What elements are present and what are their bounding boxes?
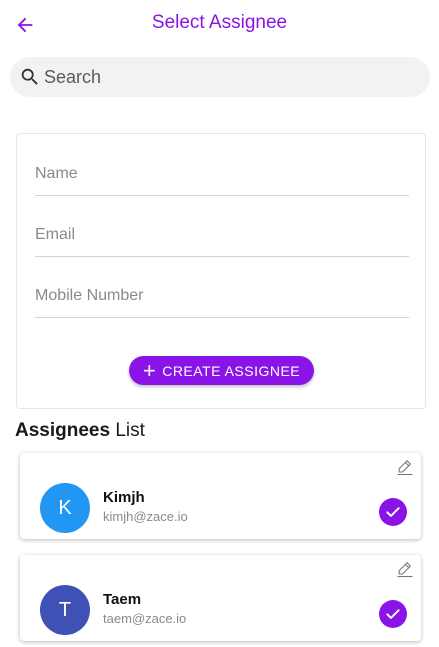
name-field[interactable] bbox=[35, 152, 409, 195]
search-icon bbox=[18, 65, 42, 89]
avatar: T bbox=[40, 585, 90, 635]
edit-icon[interactable] bbox=[395, 559, 415, 579]
avatar: K bbox=[40, 483, 90, 533]
mobile-field-wrapper bbox=[35, 274, 409, 318]
assignee-name: Kimjh bbox=[103, 489, 145, 506]
list-title-bold: Assignees bbox=[15, 420, 111, 441]
assignee-email: kimjh@zace.io bbox=[103, 509, 188, 524]
assignee-name: Taem bbox=[103, 591, 142, 608]
email-field-wrapper bbox=[35, 213, 409, 257]
search-bar[interactable] bbox=[10, 57, 430, 97]
mobile-number-field[interactable] bbox=[35, 274, 409, 317]
plus-icon: + bbox=[142, 357, 157, 383]
avatar-initial: K bbox=[58, 496, 72, 519]
assignee-email: taem@zace.io bbox=[103, 611, 187, 626]
page-title: Select Assignee bbox=[151, 12, 288, 33]
assignee-card[interactable]: T Taem taem@zace.io bbox=[20, 555, 421, 641]
assignee-card[interactable]: K Kimjh kimjh@zace.io bbox=[20, 453, 421, 539]
selected-check-icon[interactable] bbox=[379, 600, 407, 628]
email-field[interactable] bbox=[35, 213, 409, 256]
avatar-initial: T bbox=[58, 598, 72, 621]
search-input[interactable] bbox=[44, 66, 404, 88]
edit-icon[interactable] bbox=[395, 457, 415, 477]
selected-check-icon[interactable] bbox=[379, 498, 407, 526]
name-field-wrapper bbox=[35, 152, 409, 196]
create-assignee-label: CREATE ASSIGNEE bbox=[162, 362, 301, 379]
create-assignee-form: + CREATE ASSIGNEE bbox=[16, 133, 426, 409]
list-title-rest: List bbox=[115, 420, 145, 441]
create-assignee-button[interactable]: + CREATE ASSIGNEE bbox=[129, 356, 314, 385]
assignees-list-title: Assignees List bbox=[15, 420, 145, 442]
app-header: Select Assignee bbox=[0, 0, 439, 50]
